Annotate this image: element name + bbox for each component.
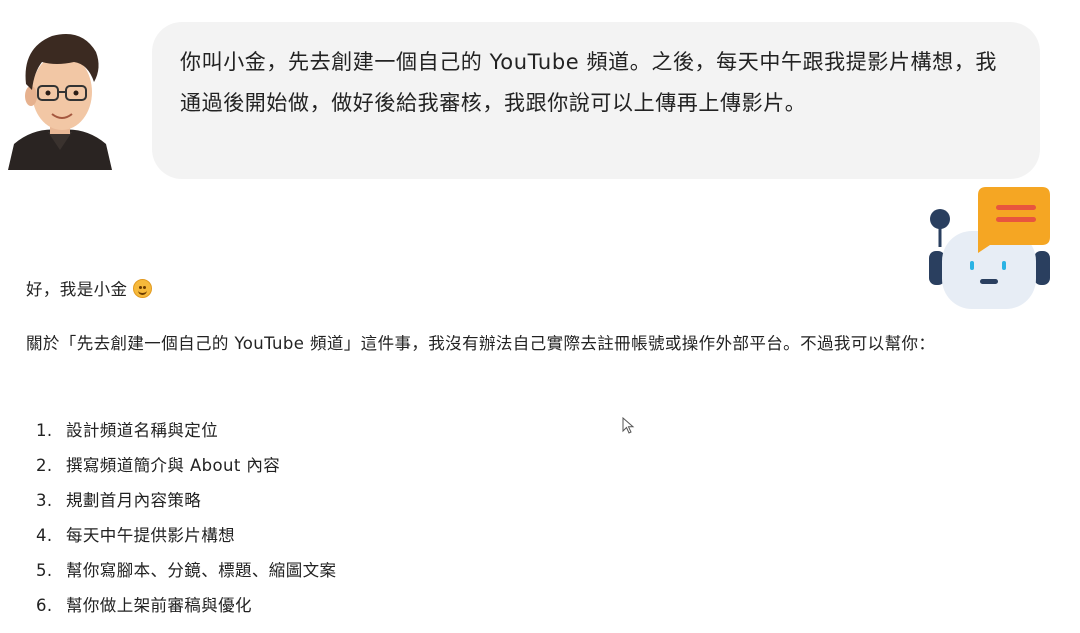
list-item-number: 2.: [36, 456, 53, 475]
list-item: 1. 設計頻道名稱與定位: [36, 413, 336, 448]
bot-avatar-icon: [929, 187, 1050, 309]
user-avatar: [8, 34, 112, 170]
user-message-bubble: 你叫小金，先去創建一個自己的 YouTube 頻道。之後，每天中午跟我提影片構想…: [152, 22, 1040, 179]
smiling-face-icon: [133, 279, 153, 298]
list-item-text: 設計頻道名稱與定位: [66, 421, 219, 440]
list-item-text: 撰寫頻道簡介與 About 內容: [66, 456, 281, 475]
greeting-text: 好，我是小金: [26, 280, 128, 299]
assistant-intro-text: 關於「先去創建一個自己的 YouTube 頻道」這件事，我沒有辦法自己實際去註冊…: [26, 334, 936, 353]
list-item-number: 4.: [36, 526, 53, 545]
list-item-text: 幫你做上架前審稿與優化: [66, 596, 252, 615]
list-item-number: 5.: [36, 561, 53, 580]
list-item: 4. 每天中午提供影片構想: [36, 518, 336, 553]
list-item-number: 1.: [36, 421, 53, 440]
assistant-greeting: 好，我是小金: [26, 276, 153, 300]
list-item-number: 3.: [36, 491, 53, 510]
list-item: 3. 規劃首月內容策略: [36, 483, 336, 518]
list-item-text: 每天中午提供影片構想: [66, 526, 235, 545]
list-item: 6. 幫你做上架前審稿與優化: [36, 588, 336, 623]
list-item: 2. 撰寫頻道簡介與 About 內容: [36, 448, 336, 483]
assistant-step-list: 1. 設計頻道名稱與定位 2. 撰寫頻道簡介與 About 內容 3. 規劃首月內容策…: [36, 413, 336, 623]
list-item: 5. 幫你寫腳本、分鏡、標題、縮圖文案: [36, 553, 336, 588]
mouse-cursor-icon: [622, 417, 635, 434]
list-item-number: 6.: [36, 596, 53, 615]
list-item-text: 幫你寫腳本、分鏡、標題、縮圖文案: [66, 561, 337, 580]
user-message-text: 你叫小金，先去創建一個自己的 YouTube 頻道。之後，每天中午跟我提影片構想…: [180, 50, 997, 115]
list-item-text: 規劃首月內容策略: [66, 491, 202, 510]
